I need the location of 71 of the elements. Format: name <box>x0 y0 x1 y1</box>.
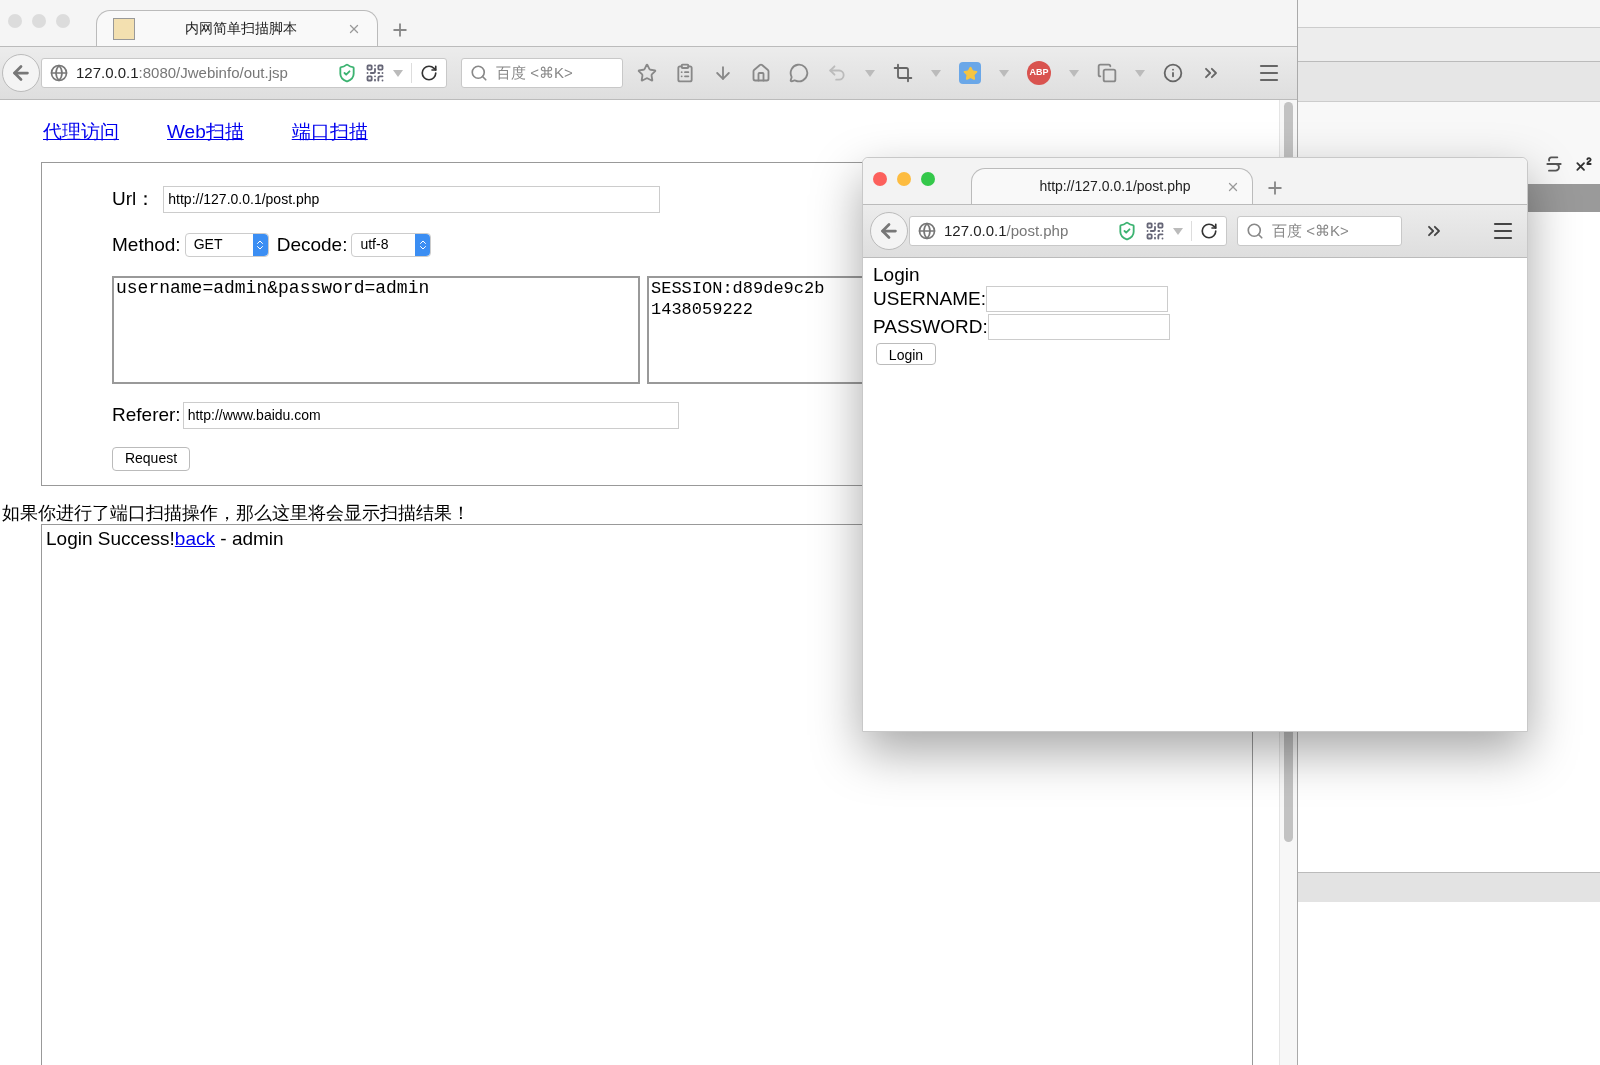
search-field[interactable]: 百度 <⌘K> <box>461 58 623 88</box>
result-text: Login Success!back - admin <box>46 528 284 549</box>
back-link[interactable]: back <box>174 528 215 549</box>
tab-title: 内网简单扫描脚本 <box>184 19 298 38</box>
close-window-button[interactable] <box>873 172 887 186</box>
text-input[interactable] <box>985 286 1168 312</box>
decode-label: Decode: <box>276 232 348 257</box>
post-body-textarea[interactable]: username=admin&password=admin <box>112 276 640 384</box>
field-label: USERNAME: <box>873 288 986 310</box>
globe-icon[interactable] <box>918 222 936 240</box>
login-button[interactable]: Login <box>876 343 936 365</box>
dropdown-triangle-icon[interactable] <box>865 69 875 77</box>
browser-tab[interactable]: 内网简单扫描脚本 <box>96 10 378 46</box>
undo-icon[interactable] <box>827 63 847 83</box>
back-button[interactable] <box>2 54 40 92</box>
info-icon[interactable] <box>1163 63 1183 83</box>
nav-link[interactable]: Web扫描 <box>167 118 244 162</box>
star-icon[interactable] <box>637 63 657 83</box>
chat-bubble-icon[interactable] <box>789 63 809 83</box>
minimize-window-button[interactable] <box>897 172 911 186</box>
referer-input[interactable]: http://www.baidu.com <box>182 401 679 429</box>
strikethrough-icon[interactable] <box>1544 154 1564 174</box>
qr-code-icon[interactable] <box>365 63 385 83</box>
dropdown-triangle-icon[interactable] <box>1173 227 1183 235</box>
text-input[interactable] <box>987 314 1170 340</box>
method-label: Method: <box>112 232 181 257</box>
referer-label: Referer: <box>112 403 181 427</box>
browser-tab[interactable]: http://127.0.0.1/post.php <box>971 168 1253 204</box>
search-field[interactable]: 百度 <⌘K> <box>1237 216 1402 246</box>
clipboard-icon[interactable] <box>675 63 695 83</box>
qr-code-icon[interactable] <box>1145 221 1165 241</box>
result-notice: 如果你进行了端口扫描操作，那么这里将会显示扫描结果！ <box>1 502 471 524</box>
crop-icon[interactable] <box>893 63 913 83</box>
tab-title: http://127.0.0.1/post.php <box>1038 177 1192 196</box>
field-label: PASSWORD: <box>873 316 988 338</box>
url-text: 127.0.0.1:8080/Jwebinfo/out.jsp <box>76 62 288 83</box>
search-placeholder: 百度 <⌘K> <box>1272 220 1349 241</box>
download-icon[interactable] <box>713 63 733 83</box>
new-tab-icon[interactable] <box>390 20 410 40</box>
dropdown-triangle-icon[interactable] <box>1135 69 1145 77</box>
search-icon[interactable] <box>1246 222 1264 240</box>
home-icon[interactable] <box>751 63 771 83</box>
superscript-icon[interactable] <box>1574 154 1594 174</box>
dropdown-triangle-icon[interactable] <box>1069 69 1079 77</box>
reload-icon[interactable] <box>420 64 438 82</box>
url-input[interactable]: http://127.0.0.1/post.php <box>163 185 661 213</box>
zoom-window-button[interactable] <box>921 172 935 186</box>
address-bar[interactable]: 127.0.0.1:8080/Jwebinfo/out.jsp <box>41 58 447 88</box>
dropdown-triangle-icon[interactable] <box>393 69 403 77</box>
globe-icon[interactable] <box>50 64 68 82</box>
url-label: Url： <box>112 187 156 211</box>
shield-check-icon[interactable] <box>1117 221 1137 241</box>
method-select[interactable]: GET <box>184 232 269 257</box>
new-tab-icon[interactable] <box>1265 178 1285 198</box>
copy-icon[interactable] <box>1097 63 1117 83</box>
request-button[interactable]: Request <box>112 446 190 471</box>
search-icon[interactable] <box>470 64 488 82</box>
back-button[interactable] <box>870 212 908 250</box>
dropdown-triangle-icon[interactable] <box>999 69 1009 77</box>
dropdown-triangle-icon[interactable] <box>931 69 941 77</box>
adblock-badge[interactable]: ABP <box>1027 61 1051 85</box>
shield-check-icon[interactable] <box>337 63 357 83</box>
url-text: 127.0.0.1/post.php <box>944 220 1069 241</box>
search-placeholder: 百度 <⌘K> <box>496 62 573 83</box>
reload-icon[interactable] <box>1200 222 1218 240</box>
nav-link[interactable]: 端口扫描 <box>291 118 368 162</box>
decode-select[interactable]: utf-8 <box>351 232 432 257</box>
star-badge-icon[interactable] <box>959 62 981 84</box>
nav-link[interactable]: 代理访问 <box>43 118 119 162</box>
login-heading: Login <box>873 264 921 286</box>
address-bar[interactable]: 127.0.0.1/post.php <box>909 216 1227 246</box>
